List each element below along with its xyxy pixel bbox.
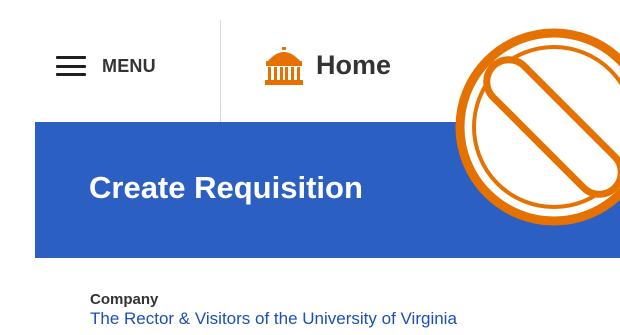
company-label: Company [90,291,159,308]
menu-button[interactable]: MENU [56,46,156,86]
page-title: Create Requisition [89,170,363,205]
menu-label: MENU [102,55,156,76]
page-banner: Create Requisition [35,122,620,258]
header-divider [220,20,221,122]
company-value-link[interactable]: The Rector & Visitors of the University … [90,309,457,329]
rotunda-icon [265,47,303,85]
top-header: MENU Home [0,0,620,122]
home-label: Home [316,49,392,80]
hamburger-icon [56,56,86,76]
page: MENU Home Create Requisition Company The… [0,0,620,335]
home-link[interactable]: Home [262,40,391,90]
